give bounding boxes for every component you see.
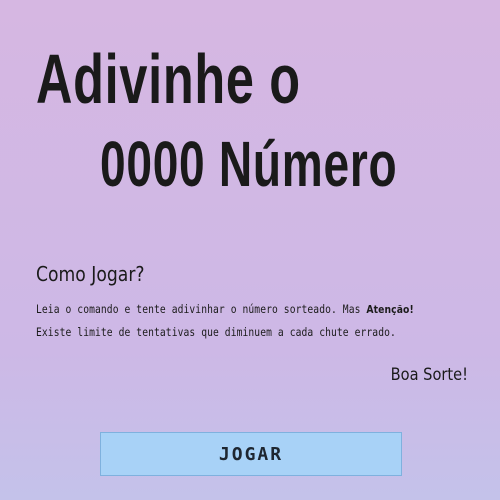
how-to-play-title: Como Jogar? xyxy=(36,262,145,286)
play-button-label: JOGAR xyxy=(218,443,284,465)
instructions-text-1: Leia o comando e tente adivinhar o númer… xyxy=(36,302,367,316)
how-to-play-instructions: Leia o comando e tente adivinhar o númer… xyxy=(36,298,468,343)
instructions-line-2: Existe limite de tentativas que diminuem… xyxy=(36,325,396,339)
alert-text: Atenção! xyxy=(366,303,414,316)
hero-header: Adivinhe o 0000 Número xyxy=(0,0,500,220)
page-title-line-2: 0000 Número xyxy=(100,128,398,200)
instructions-line-1: Leia o comando e tente adivinhar o númer… xyxy=(36,298,414,321)
play-button[interactable]: JOGAR xyxy=(100,432,402,476)
page-title-line-1: Adivinhe o xyxy=(36,40,301,118)
good-luck-text: Boa Sorte! xyxy=(390,365,468,385)
how-to-play-section: Como Jogar? Leia o comando e tente adivi… xyxy=(36,262,468,343)
